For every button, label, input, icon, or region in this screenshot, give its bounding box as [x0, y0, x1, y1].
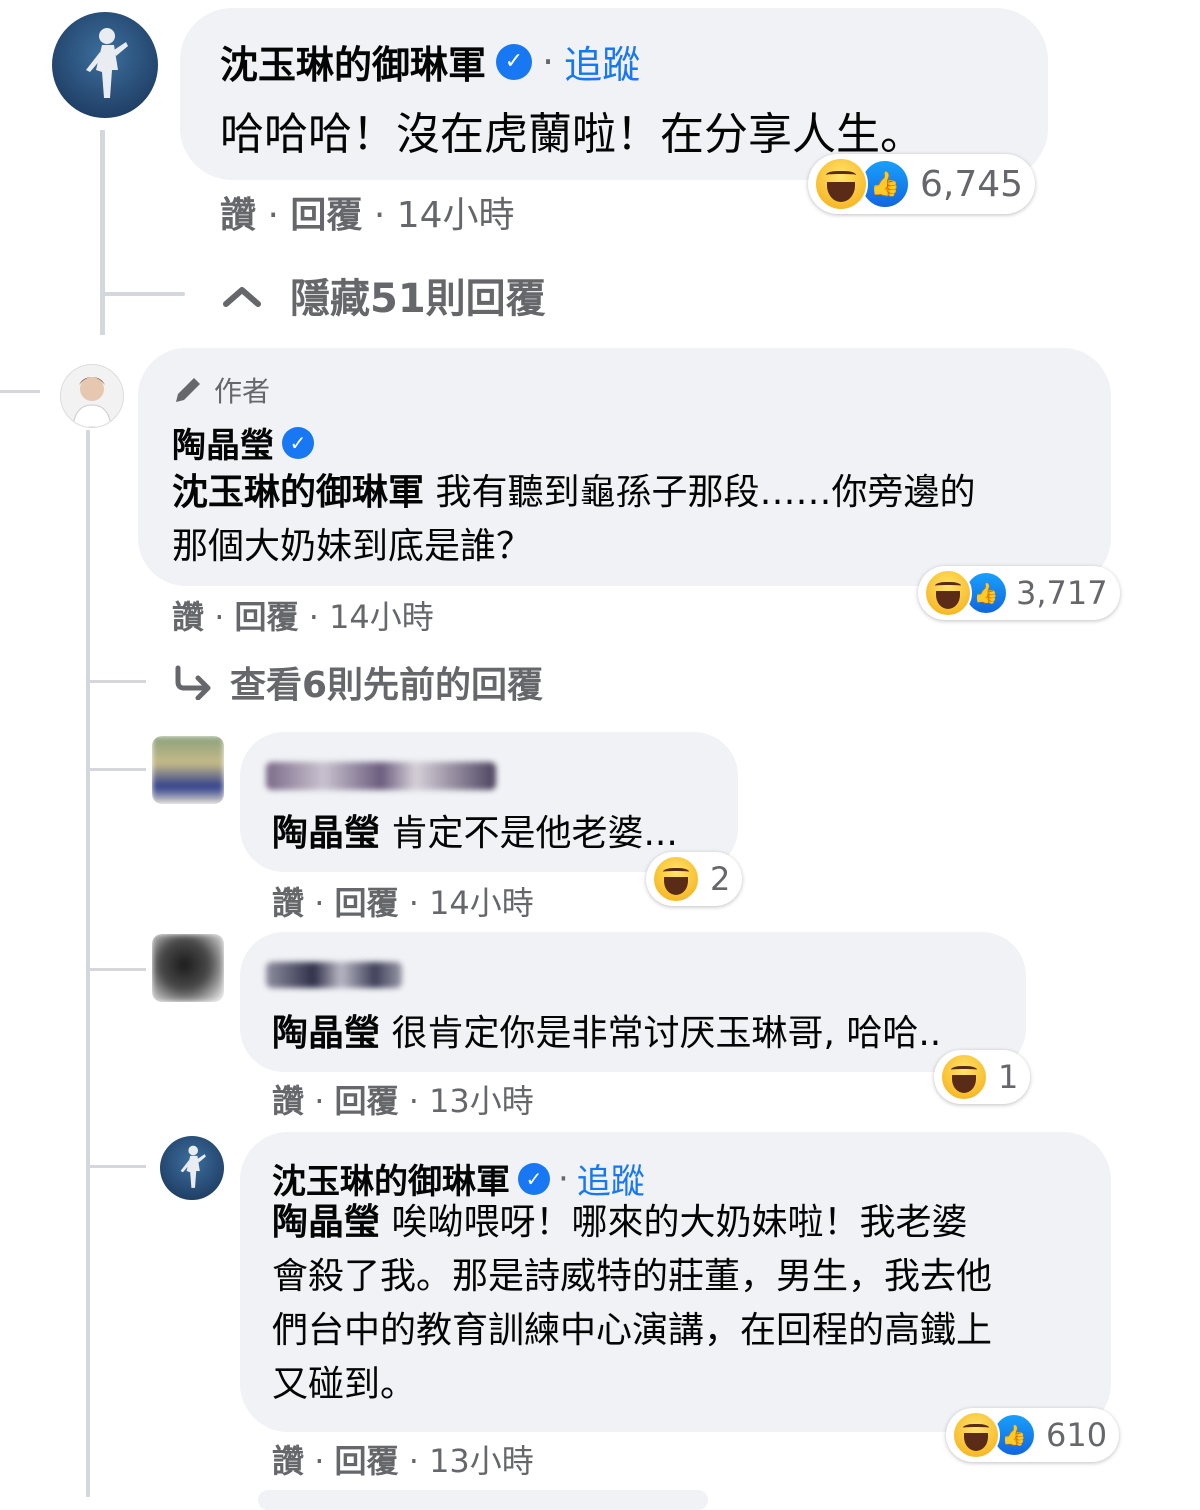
comment-text: 陶晶瑩 唉呦喂呀！哪來的大奶妹啦！我老婆 會殺了我。那是詩威特的莊董，男生，我去… — [272, 1196, 992, 1412]
thread-line — [86, 430, 90, 1497]
reply-button[interactable]: 回覆 — [335, 1082, 399, 1120]
haha-icon — [652, 855, 700, 903]
comment-actions: 讚 · 回覆 · 13小時 — [272, 1082, 534, 1120]
reaction-summary[interactable]: 👍 610 — [946, 1408, 1120, 1462]
verified-badge-icon: ✓ — [496, 43, 533, 80]
mention-link[interactable]: 陶晶瑩 — [272, 1202, 380, 1243]
reaction-count: 6,745 — [920, 163, 1024, 205]
comment-text-line: 又碰到。 — [272, 1364, 417, 1405]
like-button[interactable]: 讚 — [272, 1082, 304, 1120]
like-button[interactable]: 讚 — [272, 884, 304, 922]
haha-icon — [940, 1053, 988, 1101]
reply-button[interactable]: 回覆 — [335, 884, 399, 922]
timestamp[interactable]: 14小時 — [429, 884, 534, 922]
comment-text-line: 肯定不是他老婆... — [391, 813, 678, 854]
comment-actions: 讚 · 回覆 · 14小時 — [220, 195, 515, 236]
reaction-count: 1 — [998, 1058, 1019, 1096]
avatar[interactable] — [160, 1136, 224, 1200]
like-button[interactable]: 讚 — [220, 195, 256, 236]
blurred-author-name — [266, 962, 402, 988]
haha-icon — [814, 157, 868, 211]
author-name[interactable]: 陶晶瑩 — [172, 418, 274, 467]
comment-text-line: 們台中的教育訓練中心演講，在回程的高鐵上 — [272, 1310, 993, 1351]
comment-text-line: 那個大奶妹到底是誰？ — [172, 526, 533, 567]
thread-line — [100, 130, 105, 335]
view-previous-label: 查看6則先前的回覆 — [230, 665, 544, 706]
timestamp[interactable]: 14小時 — [329, 598, 434, 636]
blurred-avatar-image — [152, 934, 224, 1002]
avatar[interactable] — [52, 12, 158, 118]
comment-actions: 讚 · 回覆 · 14小時 — [172, 598, 434, 636]
thread-connector — [86, 680, 146, 683]
comment-text-line: 我有聽到龜孫子那段……你旁邊的 — [435, 472, 976, 513]
separator: · — [558, 1158, 569, 1199]
timestamp[interactable]: 13小時 — [429, 1442, 534, 1480]
blurred-author-name — [266, 762, 496, 790]
like-button[interactable]: 讚 — [272, 1442, 304, 1480]
haha-icon — [924, 569, 972, 617]
pencil-icon — [176, 378, 200, 402]
separator: · — [542, 39, 555, 84]
reply-arrow-icon — [175, 665, 211, 700]
thread-connector — [100, 292, 185, 296]
reaction-summary[interactable]: 👍 3,717 — [918, 566, 1120, 620]
hide-replies-button[interactable]: 隱藏51則回覆 — [222, 266, 546, 324]
haha-icon — [952, 1411, 1000, 1459]
thread-connector — [86, 968, 146, 971]
follow-button[interactable]: 追蹤 — [564, 34, 640, 89]
view-previous-replies-button[interactable]: 查看6則先前的回覆 — [172, 656, 543, 708]
comment-actions: 讚 · 回覆 · 13小時 — [272, 1442, 534, 1480]
reply-button[interactable]: 回覆 — [335, 1442, 399, 1480]
reaction-summary[interactable]: 1 — [934, 1050, 1031, 1104]
avatar[interactable] — [152, 934, 224, 1002]
author-name[interactable]: 沈玉琳的御琳軍 — [220, 34, 486, 89]
mention-link[interactable]: 陶晶瑩 — [272, 1013, 380, 1054]
comment-actions: 讚 · 回覆 · 14小時 — [272, 884, 534, 922]
chevron-up-icon — [223, 287, 261, 307]
comment-header: 陶晶瑩 ✓ — [172, 418, 314, 467]
comment-text: 陶晶瑩 肯定不是他老婆... — [272, 804, 678, 856]
avatar[interactable] — [60, 364, 124, 428]
reaction-count: 2 — [710, 860, 731, 898]
reply-button[interactable]: 回覆 — [235, 598, 299, 636]
person-figure-icon — [86, 28, 128, 98]
timestamp[interactable]: 13小時 — [429, 1082, 534, 1120]
person-figure-icon — [180, 1145, 206, 1188]
hide-replies-label: 隱藏51則回覆 — [290, 276, 546, 322]
person-portrait-icon — [72, 377, 112, 427]
comment-text: 陶晶瑩 很肯定你是非常讨厌玉琳哥, 哈哈.. — [272, 1004, 941, 1056]
comment-header: 沈玉琳的御琳軍 ✓ · 追蹤 — [220, 34, 640, 89]
avatar[interactable] — [152, 736, 224, 804]
reply-button[interactable]: 回覆 — [290, 195, 362, 236]
thread-connector — [86, 768, 146, 771]
author-badge: 作者 — [172, 370, 270, 410]
verified-badge-icon: ✓ — [518, 1162, 550, 1195]
mention-link[interactable]: 沈玉琳的御琳軍 — [172, 472, 424, 513]
comment-text: 沈玉琳的御琳軍 我有聽到龜孫子那段……你旁邊的 那個大奶妹到底是誰？ — [172, 466, 975, 574]
comment-text-line: 會殺了我。那是詩威特的莊董，男生，我去他 — [272, 1256, 993, 1297]
verified-badge-icon: ✓ — [282, 426, 314, 459]
like-button[interactable]: 讚 — [172, 598, 204, 636]
next-comment-bubble-partial — [258, 1490, 708, 1510]
thread-connector — [0, 390, 40, 393]
blurred-avatar-image — [152, 736, 224, 804]
reaction-count: 610 — [1046, 1416, 1108, 1454]
thread-connector — [86, 1165, 146, 1168]
timestamp[interactable]: 14小時 — [397, 195, 515, 236]
comment-text: 哈哈哈！沒在虎蘭啦！在分享人生。 — [220, 109, 924, 160]
comment-text-line: 唉呦喂呀！哪來的大奶妹啦！我老婆 — [391, 1202, 968, 1243]
reaction-summary[interactable]: 2 — [646, 852, 743, 906]
reaction-count: 3,717 — [1016, 574, 1108, 612]
reaction-summary[interactable]: 👍 6,745 — [808, 154, 1036, 214]
comment-text-line: 很肯定你是非常讨厌玉琳哥, 哈哈.. — [391, 1013, 942, 1054]
mention-link[interactable]: 陶晶瑩 — [272, 813, 380, 854]
author-badge-label: 作者 — [214, 375, 271, 408]
